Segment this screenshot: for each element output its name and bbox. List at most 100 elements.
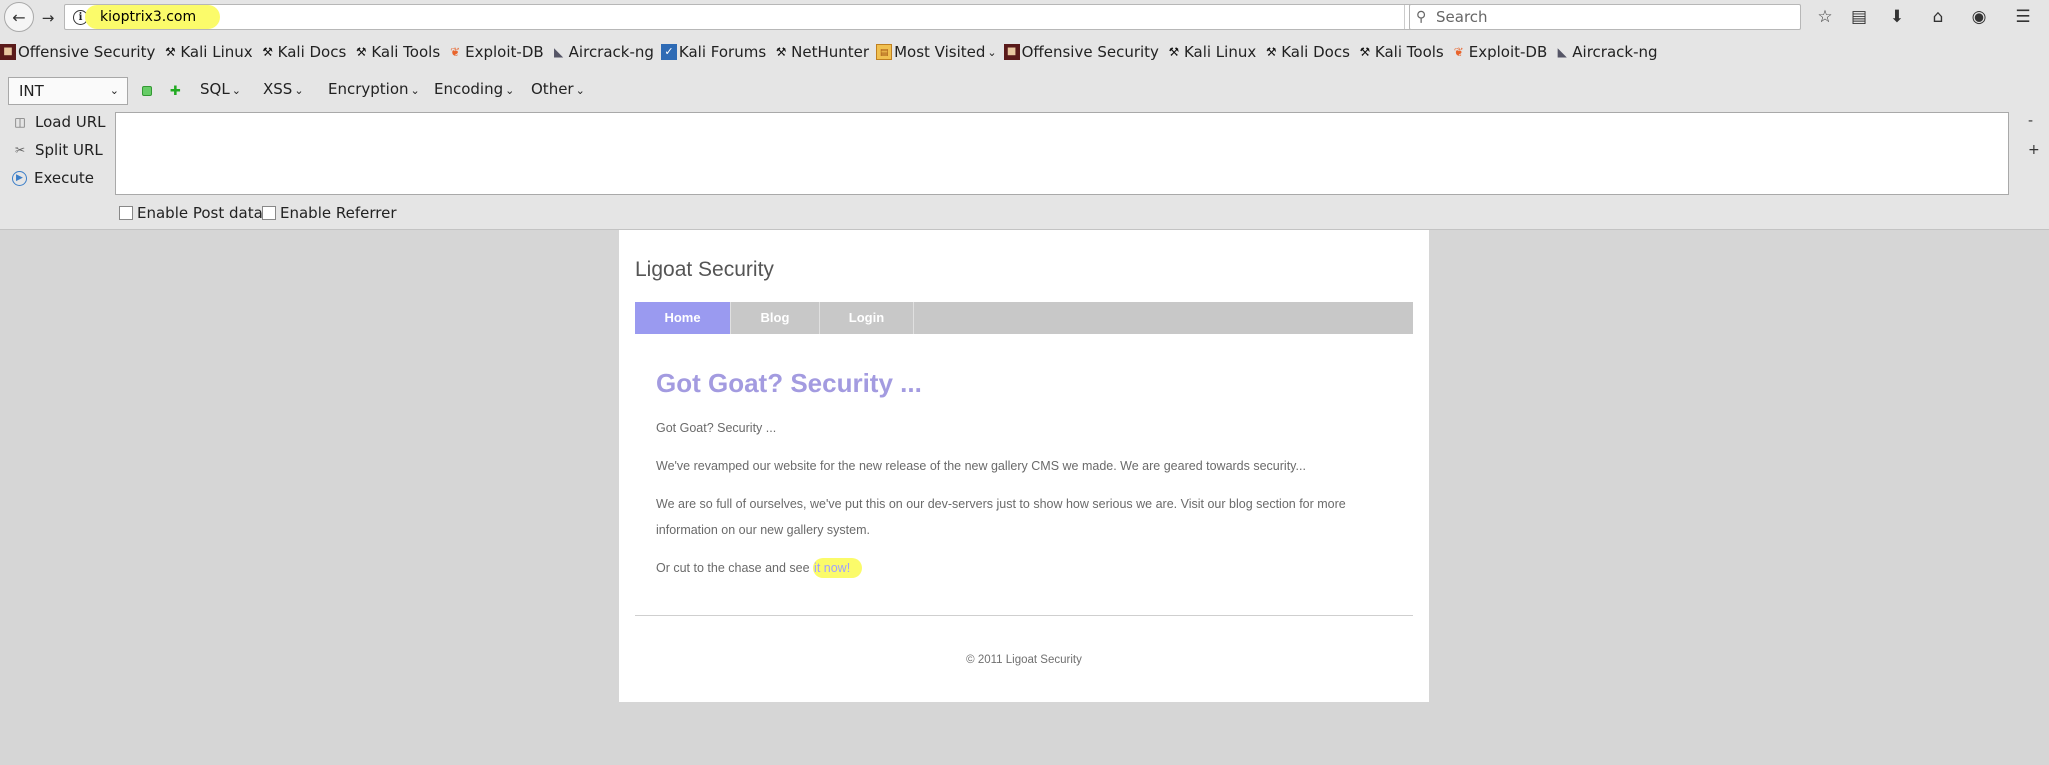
aircrack-icon: ◣	[554, 45, 564, 59]
home-icon[interactable]: ⌂	[1927, 6, 1949, 28]
kali-icon: ⚒	[1265, 45, 1277, 59]
nav-home[interactable]: Home	[635, 302, 731, 334]
execute-label: Execute	[34, 169, 94, 187]
kali-icon: ⚒	[262, 45, 274, 59]
back-button[interactable]: ←	[4, 2, 34, 32]
kali-icon: ⚒	[164, 45, 176, 59]
checkbox-box[interactable]	[262, 206, 276, 220]
bookmark-item[interactable]: ■ Offensive Security	[1003, 43, 1159, 61]
exploitdb-icon: ❦	[1453, 45, 1464, 59]
bookmark-label: Exploit-DB	[1468, 43, 1548, 61]
hackbar-menu-encryption[interactable]: Encryption ⌄	[328, 80, 420, 98]
checkbox-box[interactable]	[119, 206, 133, 220]
hackbar-type-select[interactable]: INT ⌄	[8, 77, 128, 105]
bookmark-item[interactable]: ▤ Most Visited ⌄	[876, 43, 997, 61]
footer-divider	[635, 615, 1413, 616]
bookmark-label: Kali Tools	[371, 43, 441, 61]
search-placeholder: Search	[1436, 8, 1488, 26]
hackbar-menu-encoding[interactable]: Encoding ⌄	[434, 80, 514, 98]
load-url-label: Load URL	[35, 113, 106, 131]
enable-referrer-label: Enable Referrer	[280, 204, 397, 222]
bookmark-item[interactable]: ❦ Exploit-DB	[447, 43, 544, 61]
dev-server-paragraph: We are so full of ourselves, we've put t…	[656, 497, 1346, 537]
bookmark-label: Aircrack-ng	[1572, 43, 1658, 61]
cta-paragraph: Or cut to the chase and see it now!	[656, 555, 1396, 581]
bookmark-item[interactable]: ■ Offensive Security	[0, 43, 155, 61]
hackbar-url-textarea[interactable]	[115, 112, 2009, 195]
most-visited-icon: ▤	[876, 44, 893, 60]
bookmark-item[interactable]: ⚒ Kali Linux	[1166, 43, 1257, 61]
nav-blog[interactable]: Blog	[731, 302, 820, 334]
kali-icon: ⚒	[775, 45, 787, 59]
copyright-footer: © 2011 Ligoat Security	[966, 654, 1082, 666]
load-url-button[interactable]: ◫ Load URL	[12, 113, 106, 131]
hackbar-menu-label: Encoding	[434, 80, 504, 98]
play-icon: ▶	[12, 170, 27, 186]
bookmark-item[interactable]: ⚒ Kali Tools	[353, 43, 440, 61]
bookmark-item[interactable]: ⚒ Kali Tools	[1357, 43, 1444, 61]
bookmark-label: Kali Docs	[277, 43, 347, 61]
kali-forums-icon: ✓	[660, 44, 677, 60]
bookmark-label: Kali Forums	[678, 43, 767, 61]
hackbar-menu-xss[interactable]: XSS ⌄	[263, 80, 304, 98]
kali-icon: ⚒	[1359, 45, 1371, 59]
url-bar[interactable]: i kioptrix3.com ↻	[64, 4, 1437, 30]
bookmark-item[interactable]: ✓ Kali Forums	[660, 43, 767, 61]
hackbar-expand-button[interactable]: +	[2028, 142, 2040, 158]
bookmark-label: Kali Docs	[1281, 43, 1350, 61]
hackbar-menu-label: Other	[531, 80, 574, 98]
kali-icon: ⚒	[1168, 45, 1180, 59]
hackbar-menu-other[interactable]: Other ⌄	[531, 80, 585, 98]
enable-post-label: Enable Post data	[137, 204, 263, 222]
pocket-icon[interactable]: ◉	[1968, 6, 1990, 28]
bookmark-item[interactable]: ⚒ Kali Docs	[260, 43, 347, 61]
bookmark-label: Kali Linux	[1183, 43, 1257, 61]
chevron-down-icon: ⌄	[410, 84, 420, 97]
hackbar-shrink-button[interactable]: -	[2028, 113, 2033, 129]
bookmarks-toolbar: ■ Offensive Security ⚒ Kali Linux ⚒ Kali Docs…	[0, 41, 1665, 63]
bookmark-item[interactable]: ⚒ Kali Docs	[1263, 43, 1350, 61]
hackbar-menu-label: XSS	[263, 80, 293, 98]
hackbar-decrease-icon[interactable]	[142, 86, 152, 96]
enable-referrer-checkbox[interactable]: Enable Referrer	[262, 204, 396, 222]
hackbar-menu-sql[interactable]: SQL ⌄	[200, 80, 241, 98]
browser-chrome: ← → i kioptrix3.com ↻ ⚲ Search ☆ ▤ ⬇ ⌂ ◉…	[0, 0, 2049, 230]
execute-button[interactable]: ▶ Execute	[12, 169, 94, 187]
bookmark-label: Aircrack-ng	[568, 43, 654, 61]
scissors-icon: ✂	[14, 143, 26, 157]
bookmark-label: NetHunter	[791, 43, 870, 61]
forward-button[interactable]: →	[38, 8, 58, 28]
aircrack-icon: ◣	[1557, 45, 1567, 59]
intro-paragraph: Got Goat? Security ...	[656, 421, 777, 435]
bookmark-label: Most Visited	[894, 43, 986, 61]
bookmark-item[interactable]: ◣ Aircrack-ng	[1554, 43, 1658, 61]
hackbar-increase-icon[interactable]: ✚	[170, 84, 181, 99]
hackbar-select-value: INT	[19, 82, 44, 100]
search-input[interactable]: ⚲ Search	[1409, 4, 1801, 30]
page-heading: Got Goat? Security ...	[656, 368, 922, 398]
site-nav-bar: Home Blog Login	[635, 302, 1413, 334]
load-url-icon: ◫	[14, 115, 26, 129]
star-icon[interactable]: ☆	[1814, 6, 1836, 28]
offsec-icon: ■	[1003, 44, 1020, 60]
enable-post-checkbox[interactable]: Enable Post data	[119, 204, 263, 222]
nav-login[interactable]: Login	[820, 302, 914, 334]
chevron-down-icon: ⌄	[109, 84, 119, 97]
revamp-paragraph: We've revamped our website for the new r…	[656, 459, 1306, 473]
reading-list-icon[interactable]: ▤	[1848, 6, 1870, 28]
chevron-down-icon: ⌄	[294, 84, 304, 97]
bookmark-item[interactable]: ⚒ NetHunter	[773, 43, 869, 61]
split-url-button[interactable]: ✂ Split URL	[12, 141, 103, 159]
bookmark-item[interactable]: ⚒ Kali Linux	[162, 43, 253, 61]
bookmark-item[interactable]: ◣ Aircrack-ng	[551, 43, 654, 61]
bookmark-item[interactable]: ❦ Exploit-DB	[1451, 43, 1548, 61]
url-text[interactable]: kioptrix3.com	[85, 5, 221, 29]
download-icon[interactable]: ⬇	[1886, 6, 1908, 28]
back-arrow-icon: ←	[12, 7, 26, 27]
hackbar-menu-label: Encryption	[328, 80, 409, 98]
menu-icon[interactable]: ☰	[2012, 6, 2034, 28]
forward-arrow-icon: →	[41, 9, 55, 27]
gallery-link[interactable]: it now!	[813, 558, 863, 578]
site-title: Ligoat Security	[635, 258, 774, 281]
web-page: Ligoat Security Home Blog Login Got Goat…	[619, 230, 1429, 702]
